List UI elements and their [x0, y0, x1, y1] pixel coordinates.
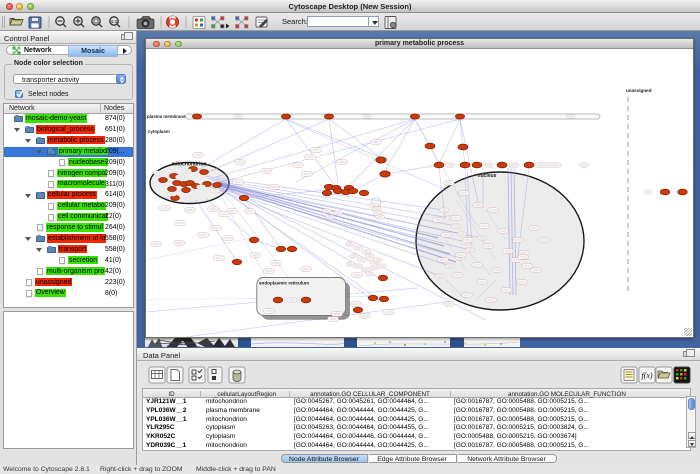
svg-text:nucleus: nucleus — [478, 173, 497, 179]
svg-text:f(x): f(x) — [641, 371, 652, 380]
svg-text:plasma membrane: plasma membrane — [147, 114, 186, 119]
svg-text:endoplasmic reticulum: endoplasmic reticulum — [259, 281, 309, 286]
svg-text:1:1: 1:1 — [111, 19, 118, 24]
svg-text:mitochondrion: mitochondrion — [172, 162, 207, 168]
svg-text:unassigned: unassigned — [626, 88, 652, 93]
svg-text:cytoplasm: cytoplasm — [148, 129, 170, 134]
